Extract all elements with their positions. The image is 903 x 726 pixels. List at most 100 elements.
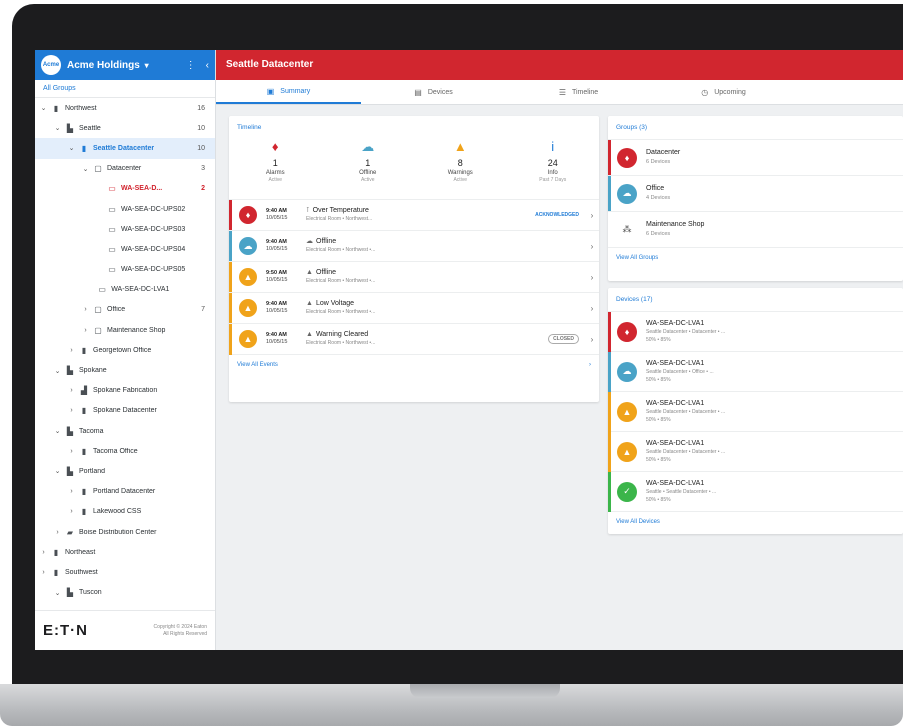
chevron-down-icon[interactable]: ⌄ [53, 589, 62, 597]
tree-item[interactable]: ▭ WA-SEA-DC-UPS05 [35, 260, 215, 280]
chevron-down-icon[interactable]: ⌄ [39, 104, 48, 112]
collapse-sidebar-icon[interactable]: ‹ [206, 60, 209, 71]
device-name: WA-SEA-DC-LVA1 [646, 439, 705, 447]
tree-item[interactable]: › ▮ Portland Datacenter [35, 482, 215, 502]
event-date: 10/05/15 [266, 246, 288, 252]
chevron-down-icon[interactable]: ⌄ [53, 124, 62, 132]
chevron-right-icon[interactable]: › [585, 211, 599, 220]
tree-item[interactable]: ⌄ ▙ Spokane [35, 360, 215, 380]
tree-item[interactable]: ⌄ ▮ Seattle Datacenter 10 [35, 138, 215, 159]
tree-item[interactable]: › ▮ Northeast [35, 542, 215, 562]
event-status-badge: ACKNOWLEDGED [535, 212, 579, 218]
event-row[interactable]: ▲ 9:40 AM 10/05/15 ▲ Warning Cleared Electric… [229, 323, 599, 355]
tree-item[interactable]: ⌄ ▙ Seattle 10 [35, 118, 215, 138]
device-item[interactable]: ▲ WA-SEA-DC-LVA1 Seattle Datacenter • Data… [608, 391, 903, 432]
chevron-down-icon[interactable]: ⌄ [81, 165, 90, 173]
chevron-right-icon[interactable]: › [81, 327, 90, 334]
device-item[interactable]: ♦ WA-SEA-DC-LVA1 Seattle Datacenter • Data… [608, 311, 903, 352]
chevron-right-icon[interactable]: › [585, 273, 599, 282]
tree-item-count: 3 [201, 165, 205, 173]
event-clock: 9:40 AM [266, 301, 287, 307]
chevron-down-icon[interactable]: ⌄ [53, 427, 62, 435]
tree-item[interactable]: › ▮ Spokane Datacenter [35, 401, 215, 421]
stat-alarms[interactable]: ♦ 1 Alarms Active [229, 139, 322, 199]
chevron-right-icon[interactable]: › [585, 242, 599, 251]
chevron-right-icon[interactable]: › [67, 448, 76, 455]
device-item[interactable]: ▲ WA-SEA-DC-LVA1 Seattle Datacenter • Data… [608, 431, 903, 472]
tree-item[interactable]: › ▮ Southwest [35, 562, 215, 582]
device-icon: ▭ [108, 184, 116, 194]
tree-item[interactable]: › ▟ Spokane Fabrication [35, 381, 215, 401]
tab-devices[interactable]: ▤ Devices [361, 80, 506, 104]
chevron-right-icon[interactable]: › [67, 508, 76, 515]
tree-item[interactable]: › ▰ Boise Distribution Center [35, 522, 215, 542]
tree-item[interactable]: ▭ WA-SEA-DC-UPS03 [35, 219, 215, 239]
chevron-right-icon[interactable]: › [39, 549, 48, 556]
chevron-right-icon[interactable]: › [67, 387, 76, 394]
event-row[interactable]: ▲ 9:50 AM 10/05/15 ▲ Offline Electrical Room … [229, 261, 599, 293]
device-item[interactable]: ✓ WA-SEA-DC-LVA1 Seattle • Seattle Datacen… [608, 471, 903, 512]
tree-item[interactable]: ⌄ ▢ Datacenter 3 [35, 159, 215, 179]
tree-item[interactable]: ⌄ ▙ Portland [35, 461, 215, 481]
building-icon: ▮ [81, 345, 87, 355]
event-row[interactable]: ☁ 9:40 AM 10/05/15 ☁ Offline Electrical Room … [229, 230, 599, 262]
device-text: WA-SEA-DC-LVA1 Seattle Datacenter • Datac… [646, 400, 725, 424]
event-desc: ▲ Offline Electrical Room • Northwest •... [306, 269, 585, 285]
tab-upcoming[interactable]: ◷ Upcoming [651, 80, 796, 104]
event-location: Electrical Room • Northwest •... [306, 247, 376, 253]
building-icon: ▮ [81, 487, 87, 497]
group-item[interactable]: ☁ Office 4 Devices [608, 175, 903, 212]
org-switcher[interactable]: Acme Holdings ▾ [67, 60, 176, 71]
device-item[interactable]: ☁ WA-SEA-DC-LVA1 Seattle Datacenter • Offi… [608, 351, 903, 392]
tree-item[interactable]: › ▢ Office 7 [35, 300, 215, 320]
group-item[interactable]: ♦ Datacenter 6 Devices [608, 139, 903, 176]
tree-item[interactable]: › ▢ Maintenance Shop [35, 320, 215, 340]
chevron-right-icon[interactable]: › [39, 569, 48, 576]
chevron-right-icon[interactable]: › [81, 306, 90, 313]
stat-offline[interactable]: ☁ 1 Offline Active [322, 139, 415, 199]
laptop-frame: Acme Acme Holdings ▾ ⋮ ‹ All Groups ⌄ ▮ No… [0, 0, 903, 726]
chevron-right-icon[interactable]: › [53, 529, 62, 536]
tree-item-label: Seattle Datacenter [93, 144, 155, 152]
chevron-right-icon[interactable]: › [67, 407, 76, 414]
stat-value: 8 [457, 158, 463, 168]
tree-item[interactable]: ▭ WA-SEA-DC-UPS04 [35, 239, 215, 259]
building-icon: ▮ [53, 547, 59, 557]
tab-summary[interactable]: ▣ Summary [216, 80, 361, 104]
chevron-down-icon[interactable]: ⌄ [67, 144, 76, 152]
group-icon: ⁂ [622, 224, 632, 234]
event-row[interactable]: ♦ 9:40 AM 10/05/15 ⊺ Over Temperature Electri… [229, 199, 599, 231]
chevron-right-icon[interactable]: › [585, 304, 599, 313]
tree-item[interactable]: ⌄ ▮ Northwest 16 [35, 98, 215, 118]
tree-item[interactable]: › ▮ Georgetown Office [35, 340, 215, 360]
stat-warnings[interactable]: ▲ 8 Warnings Active [414, 139, 507, 199]
group-item[interactable]: ⁂ Maintenance Shop 6 Devices [608, 211, 903, 247]
tree-item[interactable]: › ▮ Tacoma Office [35, 441, 215, 461]
stat-info[interactable]: i 24 Info Past 7 Days [507, 139, 600, 199]
tab-timeline[interactable]: ☰ Timeline [506, 80, 651, 104]
more-vertical-icon[interactable]: ⋮ [186, 60, 196, 71]
all-groups-link[interactable]: All Groups [35, 80, 215, 98]
tree-item[interactable]: ▭ WA-SEA-D... 2 [35, 179, 215, 199]
tree-item[interactable]: ⌄ ▙ Tacoma [35, 421, 215, 441]
sidebar-header: Acme Acme Holdings ▾ ⋮ ‹ [35, 50, 215, 80]
event-title: Offline [315, 269, 337, 276]
chevron-down-icon[interactable]: ⌄ [53, 467, 62, 475]
tab-label: Summary [280, 87, 311, 95]
tree-item[interactable]: ⌄ ▙ Tuscon [35, 583, 215, 603]
chevron-right-icon[interactable]: › [585, 335, 599, 344]
tree-item[interactable]: › ▮ Lakewood CSS [35, 502, 215, 522]
tree-item-label: Tuscon [79, 589, 102, 597]
chevron-down-icon[interactable]: ⌄ [53, 367, 62, 375]
event-row[interactable]: ▲ 9:40 AM 10/05/15 ▲ Low Voltage Electrical R… [229, 292, 599, 324]
event-desc: ☁ Offline Electrical Room • Northwest •... [306, 238, 585, 254]
chevron-right-icon[interactable]: › [67, 347, 76, 354]
chevron-right-icon[interactable]: › [67, 488, 76, 495]
view-all-groups-link[interactable]: View All Groups [608, 247, 903, 268]
view-all-events-link[interactable]: View All Events › [229, 354, 599, 375]
tree-item[interactable]: ▭ WA-SEA-DC-LVA1 [35, 280, 215, 300]
event-location: Electrical Room • Northwest •... [306, 340, 376, 346]
stat-label: Offline [359, 170, 377, 176]
view-all-devices-link[interactable]: View All Devices [608, 511, 903, 532]
tree-item[interactable]: ▭ WA-SEA-DC-UPS02 [35, 199, 215, 219]
